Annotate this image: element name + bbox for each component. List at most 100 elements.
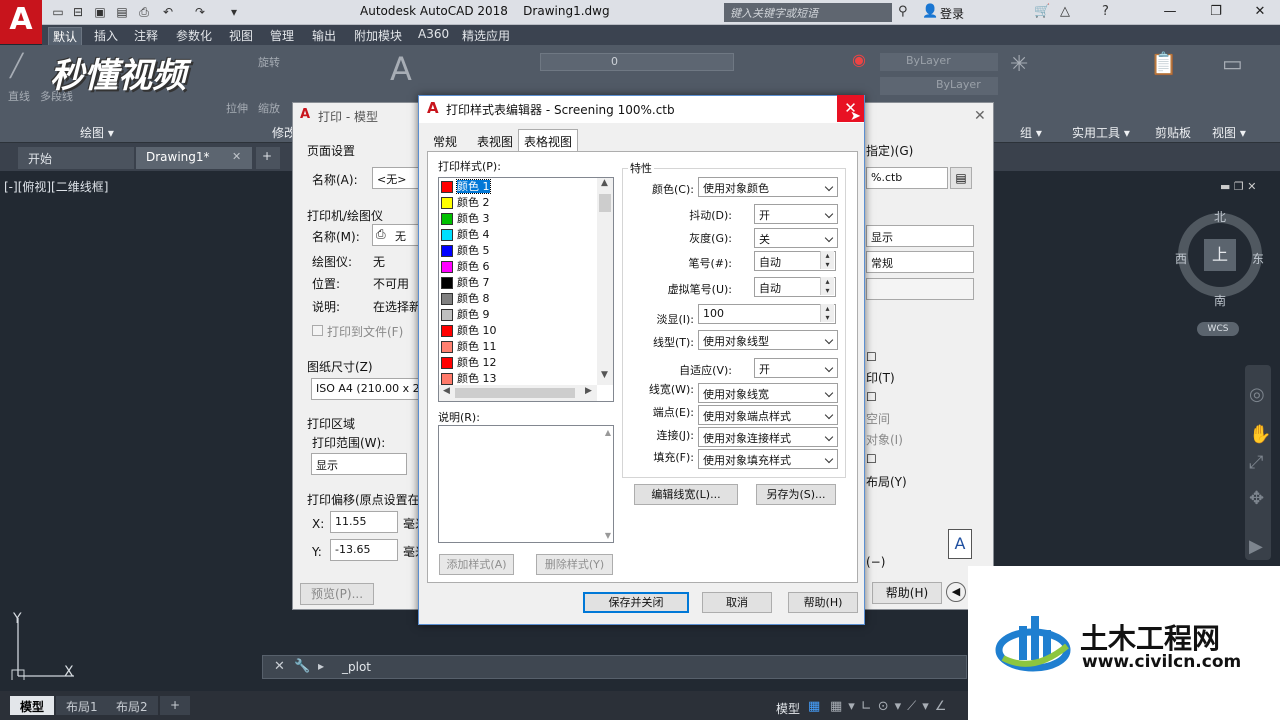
virtual-pen-spinner[interactable]: 自动 (754, 277, 836, 297)
color-dropdown[interactable]: 使用对象颜色 (698, 177, 838, 197)
preview-button[interactable]: 预览(P)... (300, 583, 374, 605)
edit-plot-style-icon[interactable]: ▤ (950, 167, 972, 189)
delete-style-button[interactable]: 删除样式(Y) (536, 554, 613, 575)
showmotion-icon[interactable]: ▶ (1249, 536, 1263, 557)
fillstyle-dropdown[interactable]: 使用对象填充样式 (698, 449, 838, 469)
shade-plot-dropdown[interactable]: 显示 (866, 225, 974, 247)
command-settings-icon[interactable]: 🔧 (294, 659, 310, 674)
panel-view[interactable]: 视图 ▾ (1212, 124, 1246, 142)
minimize-icon[interactable]: — (1150, 2, 1190, 22)
save-icon[interactable]: ▣ (92, 4, 108, 20)
layout-tab-model[interactable]: 模型 (10, 696, 55, 715)
plot-option-2[interactable]: 空间 (866, 410, 890, 427)
new-tab-button[interactable]: + (256, 147, 280, 169)
grid-icon[interactable]: ▦ (808, 699, 820, 714)
a360-icon[interactable]: △ (1060, 4, 1070, 19)
text-tool-icon[interactable]: A (390, 50, 412, 88)
joinstyle-dropdown[interactable]: 使用对象连接样式 (698, 427, 838, 447)
utility-icon[interactable]: ✳ (1010, 52, 1028, 77)
print-icon[interactable]: ⎙ (136, 4, 152, 20)
plot-style-item[interactable]: 颜色 4 (441, 226, 490, 242)
wcs-menu[interactable]: WCS (1197, 322, 1239, 336)
plot-style-item[interactable]: 颜色 8 (441, 290, 490, 306)
lineweight-dropdown[interactable]: 使用对象线宽 (698, 383, 838, 403)
paste-icon[interactable]: 📋 (1150, 52, 1177, 77)
plot-style-item[interactable]: 颜色 6 (441, 258, 490, 274)
login-link[interactable]: 登录 (940, 5, 964, 22)
plot-help-button[interactable]: 帮助(H) (872, 582, 942, 604)
line-tool-icon[interactable]: ╱ (10, 54, 23, 79)
help-button[interactable]: 帮助(H) (788, 592, 858, 613)
plot-range-dropdown[interactable]: 显示 (311, 453, 407, 475)
dither-dropdown[interactable]: 开 (754, 204, 838, 224)
binoculars-icon[interactable]: ⚲ (898, 4, 908, 19)
ribbon-tab-a360[interactable]: A360 (414, 27, 453, 41)
pan-hand-icon[interactable]: ✋ (1249, 424, 1271, 445)
compass-east[interactable]: 东 (1252, 250, 1264, 267)
dpi-input[interactable] (866, 278, 974, 300)
cart-icon[interactable]: 🛒 (1034, 4, 1050, 19)
endstyle-dropdown[interactable]: 使用对象端点样式 (698, 405, 838, 425)
steering-wheel-icon[interactable]: ◎ (1249, 384, 1265, 405)
plot-style-table-dropdown[interactable]: %.ctb (866, 167, 948, 189)
panel-group[interactable]: 组 ▾ (1020, 124, 1042, 142)
description-textarea[interactable]: ▲ ▼ (438, 425, 614, 543)
save-as-icon[interactable]: ▤ (114, 4, 130, 20)
grayscale-dropdown[interactable]: 关 (754, 228, 838, 248)
new-file-icon[interactable]: ▭ (50, 4, 66, 20)
open-file-icon[interactable]: ⊟ (70, 4, 86, 20)
ribbon-tab-view[interactable]: 视图 (225, 27, 257, 44)
color-wheel-icon[interactable]: ◉ (852, 50, 866, 69)
ribbon-tab-featured[interactable]: 精选应用 (458, 27, 514, 44)
plot-upside-down-option[interactable]: (−) (866, 555, 885, 569)
tab-table-view[interactable]: 表视图 (472, 130, 518, 151)
plot-option-1[interactable]: 印(T) (866, 369, 895, 386)
panel-clipboard[interactable]: 剪贴板 (1155, 124, 1191, 142)
styles-list-vscrollbar[interactable]: ▲ ▼ (597, 178, 613, 385)
ribbon-tab-output[interactable]: 输出 (308, 27, 340, 44)
maximize-icon[interactable]: ❐ (1196, 2, 1236, 22)
quality-dropdown[interactable]: 常规 (866, 251, 974, 273)
status-tools-icons[interactable]: ▦▾∟⊙▾⟋▾∠ (830, 699, 952, 714)
save-and-close-button[interactable]: 保存并关闭 (583, 592, 689, 613)
search-input[interactable]: 键入关键字或短语 (724, 3, 892, 22)
pen-number-spinner[interactable]: 自动 (754, 251, 836, 271)
viewport-minimize-icon[interactable]: ▬ ❐ ✕ (1220, 180, 1256, 193)
add-style-button[interactable]: 添加样式(A) (439, 554, 514, 575)
plot-option-lineweight-checkbox[interactable]: ☐ (866, 390, 877, 404)
collapse-options-icon[interactable]: ◀ (946, 582, 966, 602)
offset-x-input[interactable]: 11.55 (330, 511, 398, 533)
close-tab-icon[interactable]: ✕ (232, 150, 241, 163)
help-icon[interactable]: ? (1102, 4, 1109, 19)
compass-north[interactable]: 北 (1214, 208, 1226, 225)
redo-icon[interactable]: ↷ (192, 4, 208, 20)
plot-style-item[interactable]: 颜色 7 (441, 274, 490, 290)
plot-style-item[interactable]: 颜色 12 (441, 354, 497, 370)
save-as-button[interactable]: 另存为(S)... (756, 484, 836, 505)
command-close-icon[interactable]: ✕ (274, 659, 285, 674)
plot-style-item[interactable]: 颜色 2 (441, 194, 490, 210)
paper-size-dropdown[interactable]: ISO A4 (210.00 x 29 (311, 378, 420, 400)
orbit-icon[interactable]: ✥ (1249, 488, 1264, 509)
ribbon-tab-default[interactable]: 默认 (48, 27, 83, 46)
tab-form-view[interactable]: 表格视图 (518, 129, 579, 152)
plot-dialog-close-icon[interactable]: ✕ (974, 108, 986, 124)
zoom-extents-icon[interactable]: ⤢ (1249, 452, 1263, 473)
application-menu-button[interactable]: A (0, 0, 42, 44)
ribbon-tab-manage[interactable]: 管理 (266, 27, 298, 44)
layer-dropdown[interactable]: 0 (540, 53, 734, 71)
linetype-bylayer-dropdown[interactable]: ByLayer (880, 77, 998, 95)
plot-style-item[interactable]: 颜色 13 (441, 370, 497, 386)
plot-style-item[interactable]: 颜色 1 (441, 178, 491, 194)
command-text[interactable]: _plot (342, 660, 371, 674)
layout-tab-1[interactable]: 布局1 (56, 696, 108, 715)
model-space-button[interactable]: 模型 (776, 700, 800, 717)
plot-style-item[interactable]: 颜色 9 (441, 306, 490, 322)
adaptive-dropdown[interactable]: 开 (754, 358, 838, 378)
plot-style-item[interactable]: 颜色 10 (441, 322, 497, 338)
panel-utilities[interactable]: 实用工具 ▾ (1072, 124, 1130, 142)
undo-icon[interactable]: ↶ (160, 4, 176, 20)
edit-lineweights-button[interactable]: 编辑线宽(L)... (634, 484, 738, 505)
compass-west[interactable]: 西 (1175, 250, 1187, 267)
plot-option-checkbox[interactable]: ☐ (866, 350, 877, 364)
